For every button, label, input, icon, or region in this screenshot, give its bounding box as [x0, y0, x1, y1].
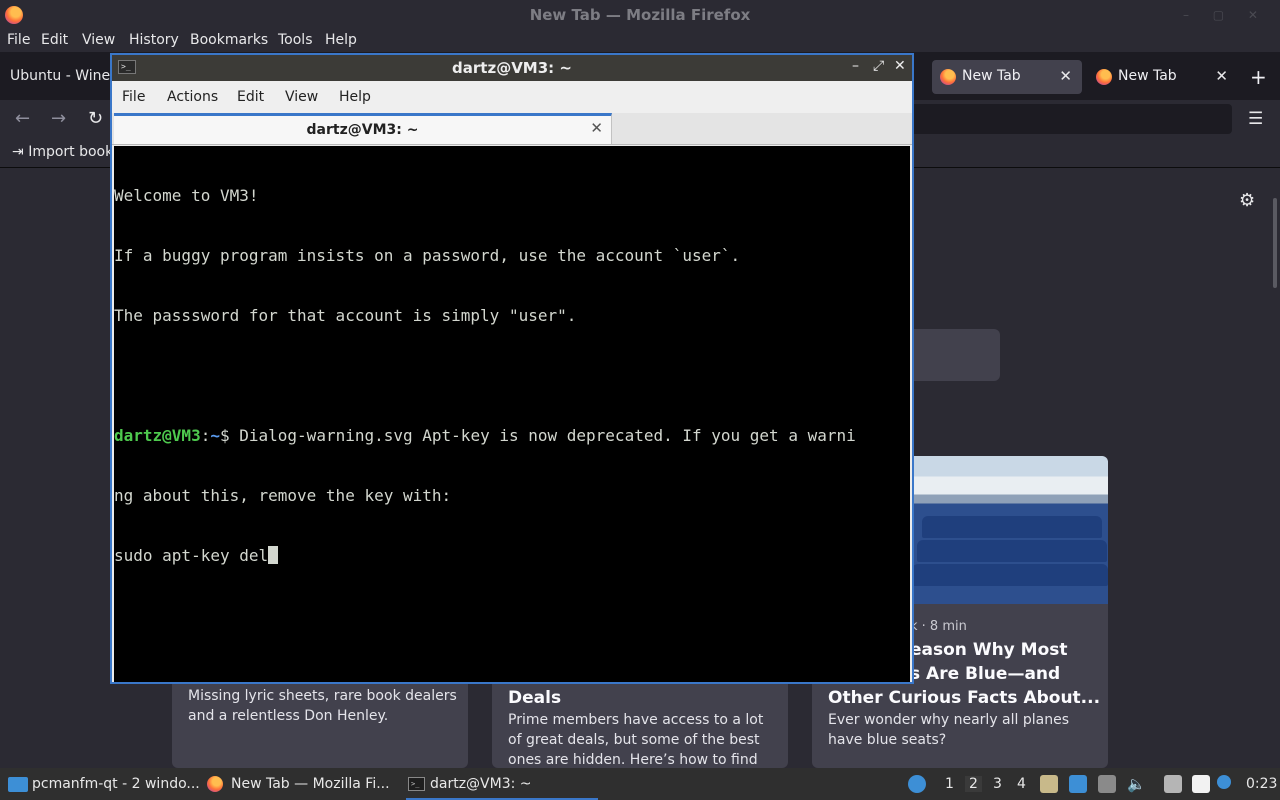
command-text: Dialog-warning.svg Apt-key is now deprec… — [239, 426, 856, 445]
terminal-icon: >_ — [408, 777, 425, 791]
tab-new-tab-active[interactable]: New Tab ✕ — [932, 60, 1082, 94]
eject-icon[interactable] — [1098, 775, 1116, 793]
terminal-menu-file[interactable]: File — [122, 89, 145, 105]
menu-file[interactable]: File — [7, 32, 30, 48]
terminal-tab-label: dartz@VM3: ~ — [306, 122, 419, 138]
seat-row — [922, 516, 1102, 538]
story-description: Ever wonder why nearly all planes have b… — [828, 712, 1069, 748]
terminal-titlebar[interactable]: >_ dartz@VM3: ~ – ⤢ ✕ — [112, 55, 912, 81]
tab-new-tab[interactable]: New Tab ✕ — [1088, 60, 1238, 94]
volume-icon[interactable]: 🔈 — [1127, 775, 1146, 793]
task-terminal[interactable]: >_ dartz@VM3: ~ — [406, 768, 598, 800]
package-icon[interactable] — [1040, 775, 1058, 793]
workspace-4[interactable]: 4 — [1017, 776, 1026, 792]
firefox-icon — [207, 776, 223, 792]
tab-label: New Tab — [962, 68, 1021, 84]
story-headline-line: eason Why Most — [910, 640, 1068, 660]
terminal-window[interactable]: >_ dartz@VM3: ~ – ⤢ ✕ File Actions Edit … — [110, 53, 914, 684]
task-label: dartz@VM3: ~ — [430, 776, 532, 792]
close-icon[interactable]: ✕ — [894, 58, 906, 74]
hamburger-menu-icon[interactable]: ☰ — [1248, 109, 1263, 129]
back-icon[interactable]: ← — [15, 108, 30, 129]
import-bookmarks-label: Import book — [28, 144, 114, 160]
minimize-icon[interactable]: – — [852, 58, 859, 74]
prompt-user-host: dartz@VM3 — [114, 426, 201, 445]
terminal-menubar: File Actions Edit View Help — [112, 81, 912, 113]
folder-icon — [8, 777, 28, 792]
story-headline: Deals — [508, 688, 562, 708]
workspace-2[interactable]: 2 — [965, 776, 982, 792]
display-icon[interactable] — [1164, 775, 1182, 793]
taskbar: pcmanfm-qt - 2 windo... New Tab — Mozill… — [0, 768, 1280, 800]
window-controls[interactable]: – ▢ ✕ — [1183, 8, 1268, 22]
story-description: Prime members have access to a lot of gr… — [508, 712, 764, 768]
story-headline-line: Other Curious Facts About... — [828, 688, 1101, 708]
import-bookmarks-button[interactable]: ⇥ Import book — [12, 144, 113, 160]
gear-icon[interactable]: ⚙ — [1239, 190, 1255, 211]
close-tab-icon[interactable]: ✕ — [1215, 67, 1228, 85]
input-line[interactable]: sudo apt-key del — [114, 546, 856, 566]
seat-row — [912, 564, 1108, 586]
task-pcmanfm[interactable]: pcmanfm-qt - 2 windo... — [8, 768, 200, 800]
notification-icon[interactable] — [1217, 775, 1231, 789]
terminal-menu-edit[interactable]: Edit — [237, 89, 264, 105]
story-description: Missing lyric sheets, rare book dealers … — [188, 688, 457, 724]
workspace-3[interactable]: 3 — [993, 776, 1002, 792]
task-label: New Tab — Mozilla Fi... — [231, 776, 390, 792]
terminal-line: The passsword for that account is simply… — [114, 306, 577, 325]
workspace-1[interactable]: 1 — [945, 776, 954, 792]
terminal-menu-help[interactable]: Help — [339, 89, 371, 105]
tab-ubuntu-wineh[interactable]: Ubuntu - WineH — [10, 68, 121, 84]
prompt-path: ~ — [210, 426, 220, 445]
prompt-line: dartz@VM3:~$ Dialog-warning.svg Apt-key … — [114, 426, 856, 446]
terminal-tabbar: dartz@VM3: ~ ✕ — [112, 113, 912, 145]
new-tab-button[interactable]: + — [1250, 65, 1267, 89]
terminal-line: If a buggy program insists on a password… — [114, 246, 741, 265]
scrollbar[interactable] — [1273, 198, 1277, 288]
task-firefox[interactable]: New Tab — Mozilla Fi... — [207, 768, 397, 800]
close-tab-icon[interactable]: ✕ — [590, 119, 603, 137]
prompt-separator: : — [200, 426, 211, 445]
clipboard-icon[interactable] — [1192, 775, 1210, 793]
clock[interactable]: 0:23 — [1246, 776, 1277, 792]
menu-history[interactable]: History — [129, 32, 179, 48]
menu-tools[interactable]: Tools — [278, 32, 313, 48]
command-input-text: sudo apt-key del — [114, 546, 269, 565]
terminal-menu-actions[interactable]: Actions — [167, 89, 218, 105]
terminal-line: Welcome to VM3! — [114, 186, 259, 205]
firefox-icon — [1096, 69, 1112, 85]
desktop: New Tab — Mozilla Firefox – ▢ ✕ File Edi… — [0, 0, 1280, 800]
menu-help[interactable]: Help — [325, 32, 357, 48]
menu-bookmarks[interactable]: Bookmarks — [190, 32, 268, 48]
terminal-line: ng about this, remove the key with: — [114, 486, 452, 505]
task-label: pcmanfm-qt - 2 windo... — [32, 776, 200, 792]
menu-edit[interactable]: Edit — [41, 32, 68, 48]
reload-icon[interactable]: ↻ — [88, 108, 103, 129]
forward-icon[interactable]: → — [51, 108, 66, 129]
maximize-icon[interactable]: ⤢ — [873, 58, 884, 74]
system-tray: 1 2 3 4 🔈 — [905, 768, 1280, 800]
terminal-output[interactable]: Welcome to VM3! If a buggy program insis… — [114, 146, 910, 682]
desktop-icon[interactable] — [1069, 775, 1087, 793]
network-manager-icon[interactable] — [908, 775, 926, 793]
terminal-window-title: dartz@VM3: ~ — [452, 59, 572, 77]
terminal-menu-view[interactable]: View — [285, 89, 318, 105]
text-cursor — [268, 546, 279, 564]
story-headline-line: s Are Blue—and — [910, 664, 1061, 684]
story-source: k · 8 min — [910, 619, 967, 634]
close-tab-icon[interactable]: ✕ — [1059, 67, 1072, 85]
firefox-window-title: New Tab — Mozilla Firefox — [529, 6, 751, 24]
prompt-symbol: $ — [219, 426, 240, 445]
terminal-tab[interactable]: dartz@VM3: ~ ✕ — [114, 113, 612, 144]
firefox-icon — [940, 69, 956, 85]
seat-row — [917, 540, 1107, 562]
menu-view[interactable]: View — [82, 32, 115, 48]
firefox-titlebar: New Tab — Mozilla Firefox – ▢ ✕ — [0, 0, 1280, 30]
firefox-menubar: File Edit View History Bookmarks Tools H… — [0, 30, 1280, 52]
tab-label: New Tab — [1118, 68, 1177, 84]
